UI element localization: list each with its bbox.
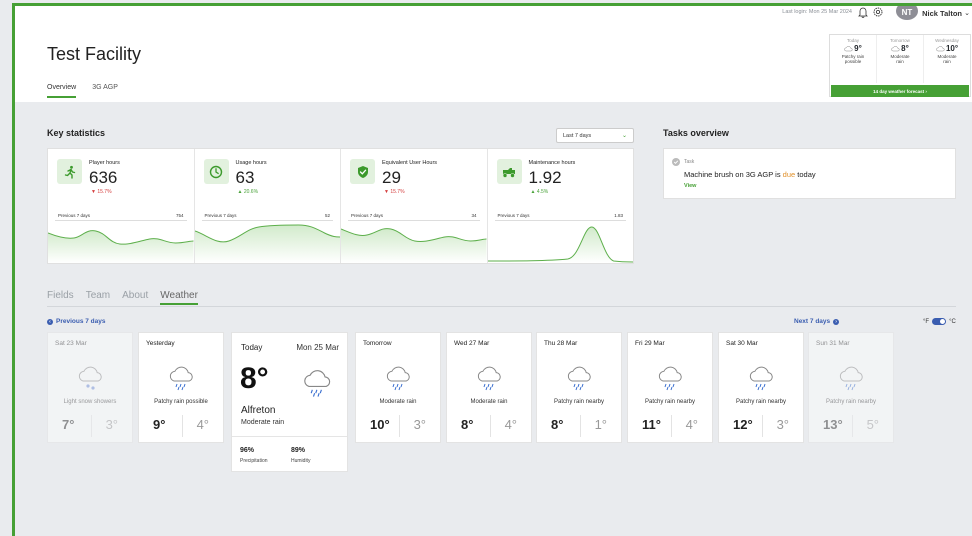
tab-3g-agp[interactable]: 3G AGP [92, 84, 118, 98]
cloud-rain-icon [839, 366, 863, 391]
tab-team[interactable]: Team [86, 290, 110, 305]
weather-day-card[interactable]: Wed 27 Mar Moderate rain 8° 4° [446, 332, 532, 443]
tab-about[interactable]: About [122, 290, 148, 305]
tab-weather[interactable]: Weather [160, 290, 198, 305]
weather-day-card[interactable]: Sat 23 Mar Light snow showers 7° 3° [47, 332, 133, 443]
task-card[interactable]: Task Machine brush on 3G AGP is due toda… [663, 148, 956, 199]
sparkline [487, 226, 633, 263]
weather-day-card[interactable]: Yesterday Patchy rain possible 9° 4° [138, 332, 224, 443]
stat-usage-hours[interactable]: Usage hours 63 ▲ 20.6% Previous 7 days 5… [194, 149, 341, 263]
bell-icon[interactable] [858, 6, 868, 18]
page-title: Test Facility [47, 44, 142, 64]
cloud-rain-icon [936, 45, 945, 51]
cloud-rain-icon [658, 366, 682, 391]
shield-check-icon [350, 159, 375, 184]
cloud-rain-icon [844, 45, 853, 51]
weather-day-card[interactable]: Sun 31 Mar Patchy rain nearby 13° 5° [808, 332, 894, 443]
key-stats-panel: Player hours 636 ▼ 15.7% Previous 7 days… [47, 148, 634, 264]
cloud-rain-icon [304, 370, 331, 397]
weather-summary-day: Today 9° Patchy rain possible [830, 35, 877, 83]
tab-fields[interactable]: Fields [47, 290, 74, 305]
cloud-rain-icon [891, 45, 900, 51]
avatar[interactable]: NT [896, 6, 918, 20]
app-frame: Last login: Mon 25 Mar 2024 NT Nick Talt… [12, 3, 972, 536]
weather-summary-day: Tomorrow 8° Moderate rain [877, 35, 924, 83]
clock-icon [203, 159, 229, 184]
weather-day-card[interactable]: Sat 30 Mar Patchy rain nearby 12° 3° [718, 332, 804, 443]
chevron-down-icon[interactable]: ⌄ [964, 9, 970, 17]
task-view-link[interactable]: View [684, 183, 696, 189]
task-description: Machine brush on 3G AGP is due today [684, 170, 816, 179]
stat-equivalent-user-hours[interactable]: Equivalent User Hours 29 ▼ 15.7% Previou… [341, 149, 488, 263]
stat-player-hours[interactable]: Player hours 636 ▼ 15.7% Previous 7 days… [48, 149, 195, 263]
chevron-down-icon: ⌄ [621, 133, 627, 139]
weather-day-card[interactable]: Fri 29 Mar Patchy rain nearby 11° 4° [627, 332, 713, 443]
cloud-rain-icon [169, 366, 193, 391]
weather-summary: Today 9° Patchy rain possible Tomorrow 8°… [829, 34, 971, 97]
cloud-rain-icon [749, 366, 773, 391]
facility-tabs: Overview 3G AGP [47, 84, 118, 98]
toggle-switch[interactable] [932, 318, 947, 325]
period-select[interactable]: Last 7 days ⌄ [556, 128, 634, 143]
weather-today-card[interactable]: Today Mon 25 Mar 8° Alfreton Moderate ra… [231, 332, 348, 472]
running-icon [57, 159, 82, 184]
sparkline [194, 224, 340, 263]
key-statistics-title: Key statistics [47, 128, 106, 138]
sparkline [341, 228, 487, 263]
gear-icon[interactable] [872, 6, 884, 18]
tasks-overview-title: Tasks overview [663, 128, 729, 138]
forecast-button[interactable]: 14 day weather forecast › [831, 85, 969, 97]
header: Last login: Mon 25 Mar 2024 NT Nick Talt… [15, 6, 972, 102]
cloud-rain-icon [477, 366, 501, 391]
chevron-left-icon: ‹ [47, 318, 53, 325]
weather-day-card[interactable]: Thu 28 Mar Patchy rain nearby 8° 1° [536, 332, 622, 443]
unit-toggle[interactable]: °F °C [923, 318, 956, 325]
weather-day-card[interactable]: Tomorrow Moderate rain 10° 3° [355, 332, 441, 443]
detail-tabs: Fields Team About Weather [47, 290, 198, 305]
stat-maintenance-hours[interactable]: Maintenance hours 1.92 ▲ 4.5% Previous 7… [487, 149, 633, 263]
mower-icon [496, 159, 522, 184]
tab-overview[interactable]: Overview [47, 84, 77, 98]
check-icon [672, 158, 680, 166]
cloud-rain-icon [567, 366, 591, 391]
cloud-snow-icon [78, 366, 102, 390]
previous-7-days-link[interactable]: ‹ Previous 7 days [47, 318, 106, 325]
cloud-rain-icon [386, 366, 410, 391]
sparkline [48, 230, 194, 263]
last-login: Last login: Mon 25 Mar 2024 [782, 9, 852, 15]
user-name[interactable]: Nick Talton [922, 9, 962, 18]
weather-summary-day: Wednesday 10° Moderate rain [935, 38, 959, 64]
next-7-days-link[interactable]: Next 7 days › [794, 318, 840, 325]
chevron-right-icon: › [833, 318, 840, 325]
